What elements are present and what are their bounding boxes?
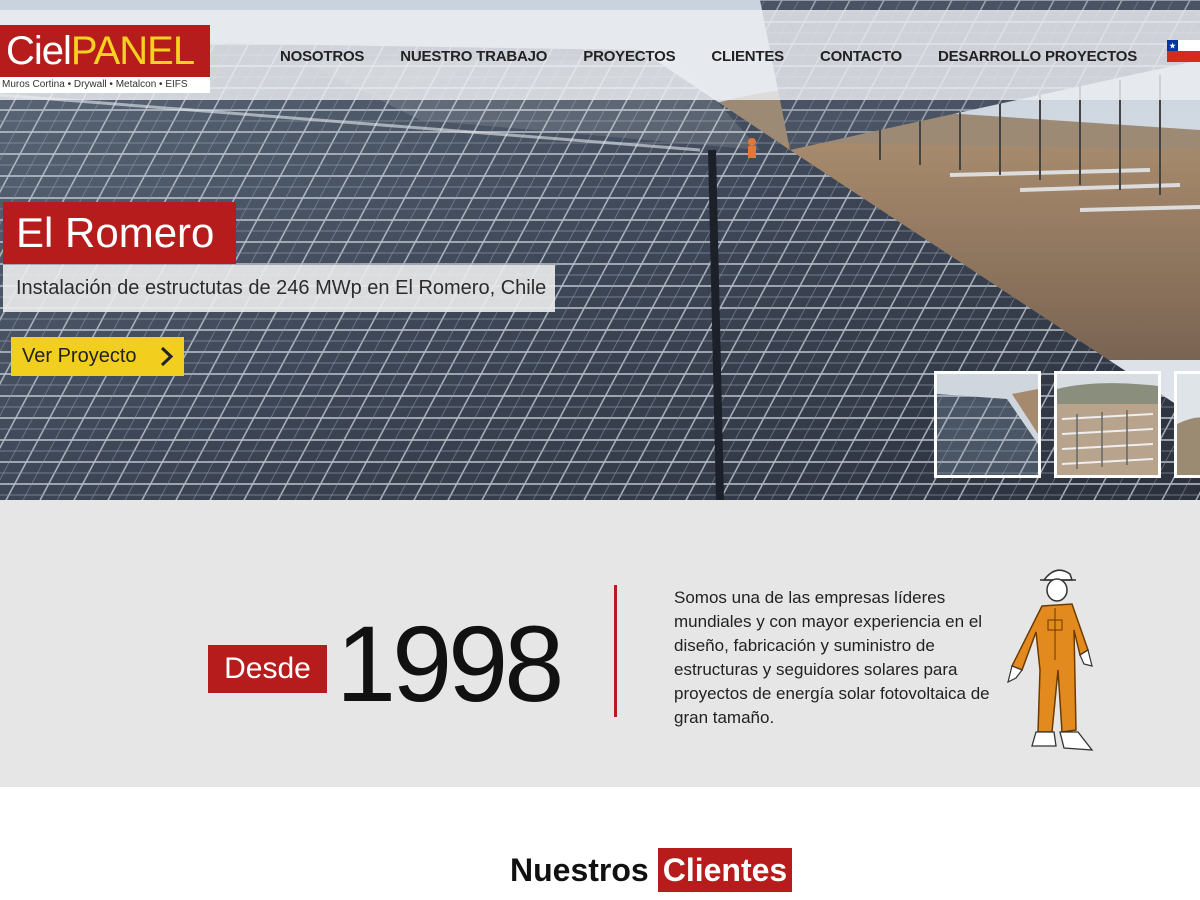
slide-title: El Romero	[3, 202, 237, 264]
worker-mascot-illustration	[1007, 569, 1094, 751]
company-since-section: Desde 1998 Somos una de las empresas líd…	[0, 500, 1200, 787]
logo-panel-text: PANEL	[70, 29, 195, 73]
ver-proyecto-label: Ver Proyecto	[22, 345, 137, 367]
main-navigation: NOSOTROS NUESTRO TRABAJO PROYECTOS CLIEN…	[262, 48, 1155, 66]
logo-ciel-text: Ciel	[6, 29, 72, 73]
chile-flag-icon[interactable]	[1167, 40, 1200, 62]
since-label: Desde	[208, 645, 327, 693]
nav-item-clientes[interactable]: CLIENTES	[711, 48, 784, 66]
clients-section-heading: Nuestros Clientes	[510, 848, 793, 892]
chevron-right-icon	[160, 346, 174, 367]
since-year: 1998	[336, 603, 564, 724]
nav-item-nosotros[interactable]: NOSOTROS	[280, 48, 364, 66]
nav-item-contacto[interactable]: CONTACTO	[820, 48, 902, 66]
nav-item-proyectos[interactable]: PROYECTOS	[583, 48, 675, 66]
logo-tagline: Muros Cortina • Drywall • Metalcon • EIF…	[2, 79, 188, 90]
solar-panels-thumbnail[interactable]	[934, 371, 1041, 478]
logo-wordmark: CielPANEL	[0, 25, 210, 77]
hero-slider: CielPANEL Muros Cortina • Drywall • Meta…	[0, 0, 1200, 500]
nav-item-desarrollo-proyectos[interactable]: DESARROLLO PROYECTOS	[938, 48, 1137, 66]
structure-construction-thumbnail[interactable]	[1054, 371, 1161, 478]
section-divider	[614, 585, 617, 717]
slide-subtitle: Instalación de estructutas de 246 MWp en…	[3, 265, 555, 312]
nav-item-nuestro-trabajo[interactable]: NUESTRO TRABAJO	[400, 48, 547, 66]
clients-heading-part2: Clientes	[657, 848, 793, 892]
company-description: Somos una de las empresas líderes mundia…	[674, 588, 990, 727]
clients-heading-part1: Nuestros	[510, 851, 649, 888]
ver-proyecto-button[interactable]: Ver Proyecto	[11, 337, 184, 376]
landscape-thumbnail[interactable]	[1174, 371, 1200, 478]
landscape-thumbnail-image	[1177, 374, 1200, 475]
structure-construction-thumbnail-image	[1057, 374, 1158, 475]
solar-panels-thumbnail-image	[937, 374, 1038, 475]
cielpanel-logo[interactable]: CielPANEL Muros Cortina • Drywall • Meta…	[0, 25, 210, 93]
